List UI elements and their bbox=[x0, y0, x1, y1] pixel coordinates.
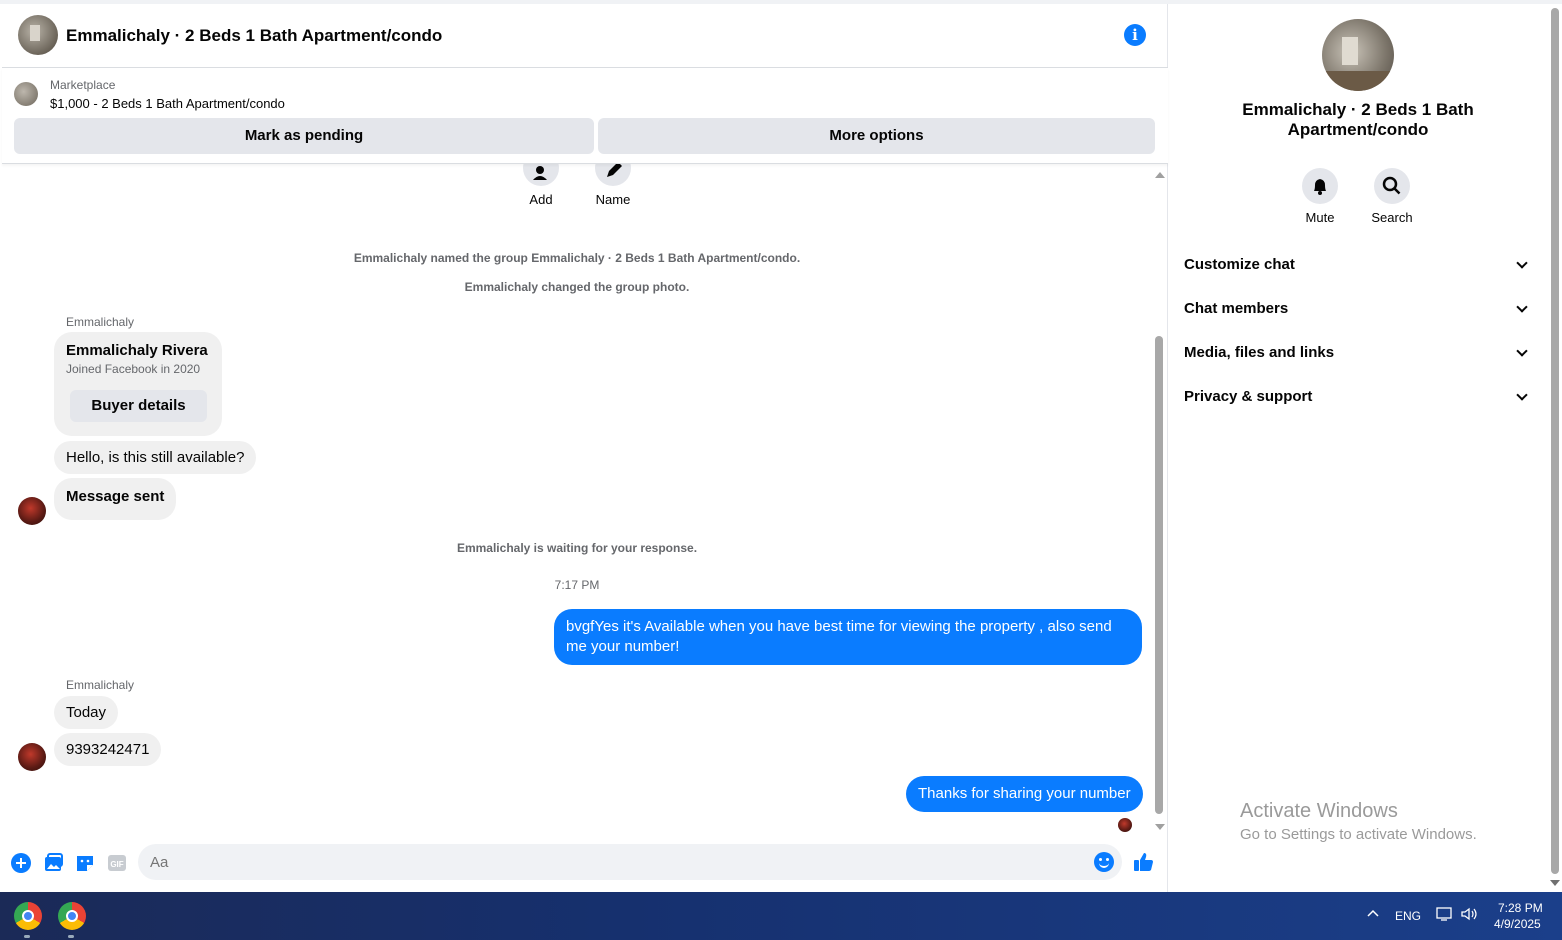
chevron-down-icon bbox=[1516, 345, 1528, 357]
buyer-joined: Joined Facebook in 2020 bbox=[66, 362, 201, 376]
gif-icon[interactable]: GIF bbox=[106, 852, 128, 874]
chevron-down-icon bbox=[1516, 301, 1528, 313]
plus-icon[interactable] bbox=[10, 852, 32, 874]
system-message-photo: Emmalichaly changed the group photo. bbox=[464, 280, 690, 294]
mute-button[interactable]: Mute bbox=[1290, 168, 1350, 225]
network-icon[interactable] bbox=[1436, 906, 1454, 925]
chat-header: Emmalichaly · 2 Beds 1 Bath Apartment/co… bbox=[2, 4, 1168, 68]
page-scroll-thumb[interactable] bbox=[1551, 8, 1559, 874]
chat-title[interactable]: Emmalichaly · 2 Beds 1 Bath Apartment/co… bbox=[66, 26, 442, 46]
scroll-thumb[interactable] bbox=[1155, 336, 1163, 814]
system-message-waiting: Emmalichaly is waiting for your response… bbox=[456, 541, 698, 555]
activate-title: Activate Windows bbox=[1240, 800, 1398, 822]
incoming-message[interactable]: Today bbox=[54, 696, 119, 729]
scroll-down-arrow-icon[interactable] bbox=[1550, 880, 1560, 886]
scroll-down-arrow-icon[interactable] bbox=[1155, 824, 1165, 830]
running-indicator bbox=[68, 935, 74, 938]
clock-time[interactable]: 7:28 PM bbox=[1498, 901, 1543, 915]
incoming-message-sent[interactable]: Message sent bbox=[54, 478, 177, 520]
message-input[interactable] bbox=[138, 844, 1122, 880]
buyer-details-button[interactable]: Buyer details bbox=[70, 390, 207, 422]
taskbar: ENG 7:28 PM 4/9/2025 bbox=[0, 892, 1562, 940]
group-title: Emmalichaly · 2 Beds 1 Bath Apartment/co… bbox=[1242, 100, 1474, 139]
sender-name: Emmalichaly bbox=[66, 315, 135, 329]
sender-avatar[interactable] bbox=[18, 497, 46, 525]
svg-text:GIF: GIF bbox=[110, 860, 123, 869]
scroll-up-arrow-icon[interactable] bbox=[1155, 172, 1165, 178]
add-label: Add bbox=[529, 192, 553, 207]
photo-icon[interactable] bbox=[42, 852, 64, 874]
chat-info-panel: Emmalichaly · 2 Beds 1 Bath Apartment/co… bbox=[1168, 4, 1548, 892]
menu-label: Privacy & support bbox=[1184, 388, 1313, 405]
menu-privacy-support[interactable]: Privacy & support bbox=[1184, 378, 1532, 418]
add-person-icon bbox=[533, 166, 547, 180]
menu-media-files-links[interactable]: Media, files and links bbox=[1184, 334, 1532, 374]
outgoing-message[interactable]: bvgfYes it's Available when you have bes… bbox=[554, 609, 1142, 665]
sender-avatar[interactable] bbox=[18, 743, 46, 771]
timestamp: 7:17 PM bbox=[554, 578, 600, 592]
chevron-down-icon bbox=[1516, 257, 1528, 269]
app-window: Emmalichaly · 2 Beds 1 Bath Apartment/co… bbox=[0, 0, 1562, 892]
volume-icon[interactable] bbox=[1460, 906, 1478, 925]
buyer-name: Emmalichaly Rivera bbox=[66, 342, 208, 359]
outgoing-message[interactable]: Thanks for sharing your number bbox=[906, 776, 1143, 812]
more-options-button[interactable]: More options bbox=[598, 118, 1155, 154]
page-scrollbar[interactable] bbox=[1548, 4, 1562, 892]
listing-price-title[interactable]: $1,000 - 2 Beds 1 Bath Apartment/condo bbox=[50, 96, 285, 111]
sender-name: Emmalichaly bbox=[66, 678, 135, 692]
menu-label: Media, files and links bbox=[1184, 344, 1335, 361]
info-icon[interactable]: i bbox=[1124, 24, 1146, 46]
listing-source: Marketplace bbox=[50, 78, 116, 92]
edit-name-button[interactable] bbox=[595, 164, 631, 186]
menu-label: Customize chat bbox=[1184, 256, 1295, 273]
system-message-named: Emmalichaly named the group Emmalichaly … bbox=[353, 251, 801, 265]
thumbs-up-icon[interactable] bbox=[1132, 850, 1154, 872]
composer: GIF bbox=[2, 840, 1168, 892]
group-photo[interactable] bbox=[1322, 19, 1394, 91]
chat-avatar[interactable] bbox=[18, 15, 58, 55]
menu-label: Chat members bbox=[1184, 300, 1289, 317]
bell-icon bbox=[1302, 168, 1338, 204]
chrome-icon[interactable] bbox=[14, 902, 42, 930]
search-label: Search bbox=[1371, 210, 1413, 225]
search-button[interactable]: Search bbox=[1362, 168, 1422, 225]
chat-pane: Emmalichaly · 2 Beds 1 Bath Apartment/co… bbox=[2, 4, 1168, 892]
incoming-message[interactable]: 9393242471 bbox=[54, 733, 162, 766]
running-indicator bbox=[24, 935, 30, 938]
chrome-icon[interactable] bbox=[58, 902, 86, 930]
chevron-up-icon[interactable] bbox=[1366, 906, 1380, 923]
menu-chat-members[interactable]: Chat members bbox=[1184, 290, 1532, 330]
activate-subtitle: Go to Settings to activate Windows. bbox=[1240, 826, 1477, 843]
marketplace-listing: Marketplace $1,000 - 2 Beds 1 Bath Apart… bbox=[2, 68, 1168, 164]
search-icon bbox=[1374, 168, 1410, 204]
mute-label: Mute bbox=[1305, 210, 1335, 225]
message-list[interactable]: Add Name Emmalichaly named the group Emm… bbox=[2, 164, 1152, 836]
emoji-icon[interactable] bbox=[1094, 852, 1114, 872]
clock-date[interactable]: 4/9/2025 bbox=[1494, 917, 1541, 931]
language-indicator[interactable]: ENG bbox=[1395, 909, 1421, 923]
buyer-profile-card: Emmalichaly Rivera Joined Facebook in 20… bbox=[54, 332, 222, 436]
menu-customize-chat[interactable]: Customize chat bbox=[1184, 246, 1532, 286]
sticker-icon[interactable] bbox=[74, 852, 96, 874]
message-scrollbar[interactable] bbox=[1152, 168, 1166, 832]
add-person-button[interactable] bbox=[523, 164, 559, 186]
mark-as-pending-button[interactable]: Mark as pending bbox=[14, 118, 594, 154]
read-receipt-avatar bbox=[1118, 818, 1132, 832]
chevron-down-icon bbox=[1516, 389, 1528, 401]
activate-windows-watermark: Activate Windows Go to Settings to activ… bbox=[1240, 800, 1477, 843]
incoming-message[interactable]: Hello, is this still available? bbox=[54, 441, 257, 474]
pencil-icon bbox=[607, 164, 622, 177]
listing-thumbnail[interactable] bbox=[14, 82, 38, 106]
name-label: Name bbox=[595, 192, 631, 207]
